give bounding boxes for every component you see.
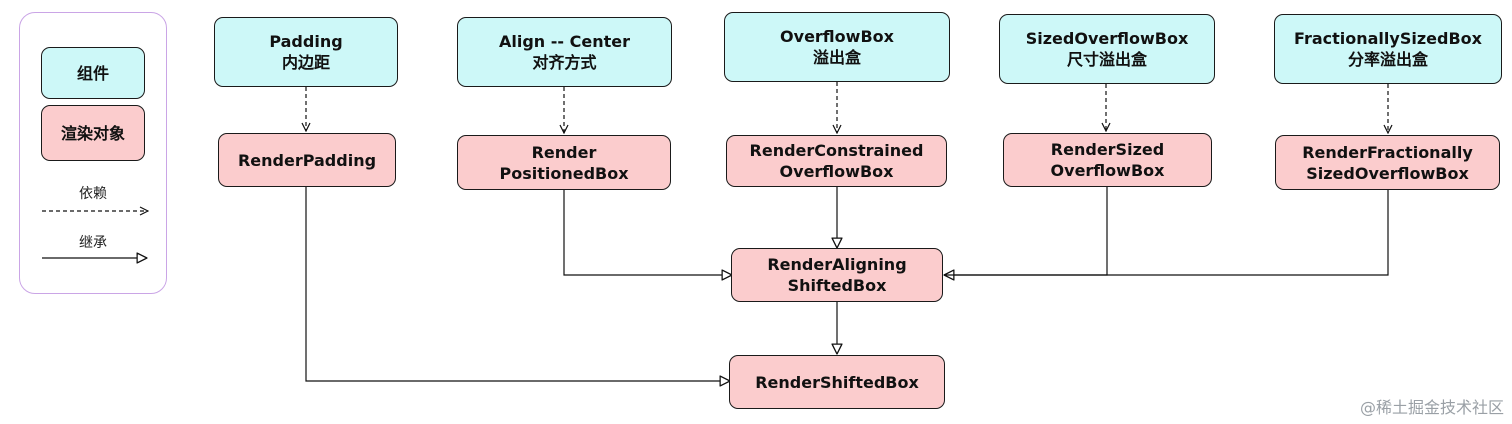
widget-overflow-cn: 溢出盒 bbox=[812, 48, 861, 67]
widget-padding-cn: 内边距 bbox=[281, 53, 330, 72]
render-sized-line2: OverflowBox bbox=[1050, 161, 1165, 180]
widget-padding-name: Padding bbox=[269, 32, 343, 51]
inherit-arrow-padding bbox=[305, 187, 730, 381]
render-sized-line1: RenderSized bbox=[1050, 140, 1165, 159]
render-fractionally-sized-overflow-box: RenderFractionally SizedOverflowBox bbox=[1275, 135, 1500, 190]
render-constrained-line1: RenderConstrained bbox=[749, 141, 924, 160]
widget-overflow-box: OverflowBox 溢出盒 bbox=[724, 12, 950, 82]
widget-padding: Padding 内边距 bbox=[214, 17, 398, 87]
render-constrained-line2: OverflowBox bbox=[779, 162, 894, 181]
render-aligning-line1: RenderAligning bbox=[767, 255, 907, 274]
render-fractionally-line2: SizedOverflowBox bbox=[1306, 163, 1469, 183]
widget-sized-overflow-cn: 尺寸溢出盒 bbox=[1066, 50, 1147, 69]
widget-overflow-name: OverflowBox bbox=[780, 27, 894, 46]
inherit-arrow-fractionally bbox=[944, 190, 1389, 276]
widget-fractionally-name: FractionallySizedBox bbox=[1294, 29, 1482, 48]
render-padding-label: RenderPadding bbox=[237, 150, 377, 170]
render-positioned-box: Render PositionedBox bbox=[457, 135, 671, 190]
widget-align: Align -- Center 对齐方式 bbox=[457, 17, 672, 87]
widget-fractionally-sized-box: FractionallySizedBox 分率溢出盒 bbox=[1274, 14, 1502, 84]
render-positioned-line2: PositionedBox bbox=[499, 163, 629, 183]
inherit-arrow-positioned bbox=[563, 190, 732, 275]
render-shifted-label: RenderShiftedBox bbox=[755, 372, 919, 392]
render-positioned-line1: Render bbox=[531, 142, 597, 162]
render-fractionally-line1: RenderFractionally bbox=[1302, 142, 1473, 162]
widget-fractionally-cn: 分率溢出盒 bbox=[1347, 50, 1428, 69]
widget-align-cn: 对齐方式 bbox=[532, 53, 597, 72]
widget-align-name: Align -- Center bbox=[499, 32, 630, 51]
render-shifted-box: RenderShiftedBox bbox=[729, 355, 945, 409]
inherit-arrow-sized bbox=[944, 187, 1108, 275]
render-aligning-shifted-box: RenderAligning ShiftedBox bbox=[731, 248, 943, 302]
widget-sized-overflow-name: SizedOverflowBox bbox=[1025, 29, 1189, 48]
render-padding: RenderPadding bbox=[218, 133, 396, 187]
render-sized-overflow-box: RenderSized OverflowBox bbox=[1003, 133, 1212, 187]
widget-sized-overflow-box: SizedOverflowBox 尺寸溢出盒 bbox=[999, 14, 1215, 84]
render-aligning-line2: ShiftedBox bbox=[787, 276, 887, 295]
render-constrained-overflow-box: RenderConstrained OverflowBox bbox=[726, 135, 947, 187]
watermark: @稀土掘金技术社区 bbox=[1359, 398, 1504, 417]
